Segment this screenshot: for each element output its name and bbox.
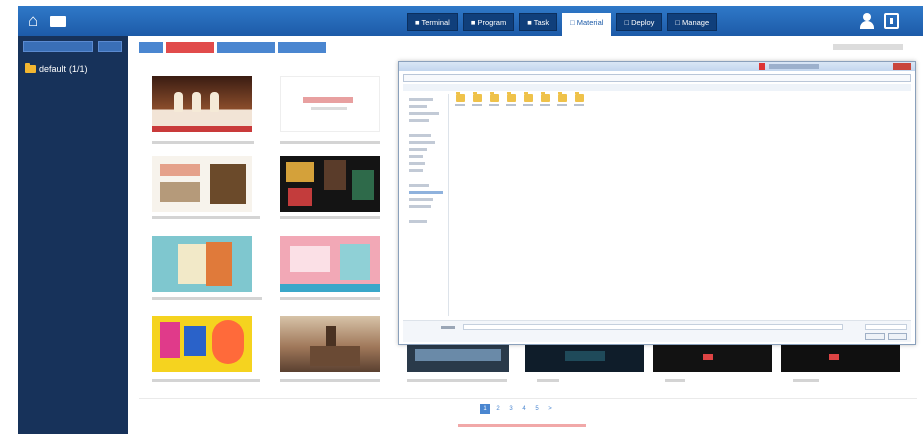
folder-item[interactable] (523, 92, 533, 106)
folder-icon (557, 92, 567, 102)
material-caption (152, 379, 260, 382)
tab-label: Deploy (631, 18, 655, 27)
folder-search-input[interactable] (23, 41, 93, 52)
logo (50, 16, 66, 27)
tab-manage[interactable]: □ Manage (667, 13, 718, 31)
tab-label: Manage (682, 18, 710, 27)
home-icon[interactable]: ⌂ (28, 12, 46, 30)
dialog-address-bar[interactable] (403, 74, 911, 82)
tab-label: Task (533, 18, 550, 27)
folder-item[interactable] (540, 92, 550, 106)
pagination: 1 2 3 4 5 > (480, 404, 555, 414)
material-caption (407, 379, 507, 382)
dialog-footer (403, 320, 911, 342)
page-5[interactable]: 5 (532, 404, 542, 414)
pagination-info (458, 424, 586, 427)
folder-item[interactable] (489, 92, 499, 106)
dialog-title-bar[interactable] (399, 62, 915, 71)
sidebar: default (1/1) (18, 36, 128, 434)
folder-name: default (39, 64, 67, 74)
material-caption (280, 297, 380, 300)
page-2[interactable]: 2 (493, 404, 503, 414)
cancel-button[interactable] (888, 333, 907, 340)
divider (139, 398, 917, 399)
material-caption (152, 216, 260, 219)
next-page-button[interactable]: > (545, 404, 555, 414)
material-thumbnail[interactable] (152, 316, 252, 372)
folder-item[interactable] (455, 92, 465, 106)
storage-usage (833, 44, 903, 50)
tab-label: Material (576, 18, 604, 27)
folder-icon (25, 63, 36, 73)
dialog-folder-tree[interactable] (403, 94, 449, 316)
material-caption (537, 379, 559, 382)
folder-icon (489, 92, 499, 102)
folder-icon (455, 92, 465, 102)
delete-button[interactable] (166, 42, 214, 53)
dialog-file-list (455, 92, 584, 106)
close-icon[interactable] (893, 63, 911, 70)
material-thumbnail[interactable] (407, 343, 509, 372)
file-name-input[interactable] (463, 324, 843, 330)
open-button[interactable] (865, 333, 885, 340)
folder-item-default[interactable]: default (1/1) (25, 63, 88, 74)
folder-add-button[interactable] (98, 41, 122, 52)
upload-button[interactable] (139, 42, 163, 53)
tab-material[interactable]: □ Material (562, 13, 612, 36)
folder-item[interactable] (574, 92, 584, 106)
tab-label: Program (477, 18, 507, 27)
move-button[interactable] (278, 42, 326, 53)
main-nav: ■ Terminal ■ Program ■ Task □ Material □… (407, 13, 718, 36)
tab-task[interactable]: ■ Task (519, 13, 558, 31)
folder-item[interactable] (472, 92, 482, 106)
logout-icon[interactable] (884, 13, 899, 29)
folder-icon (472, 92, 482, 102)
material-icon: □ (570, 18, 577, 27)
folder-icon (540, 92, 550, 102)
folder-count: (1/1) (69, 64, 88, 74)
material-caption (152, 141, 254, 144)
folder-icon (574, 92, 584, 102)
material-thumbnail[interactable] (280, 236, 380, 292)
user-icon[interactable] (860, 13, 874, 29)
material-caption (152, 297, 262, 300)
tab-terminal[interactable]: ■ Terminal (407, 13, 458, 31)
new-folder-button[interactable] (217, 42, 275, 53)
tab-program[interactable]: ■ Program (462, 13, 515, 31)
page-3[interactable]: 3 (506, 404, 516, 414)
material-caption (280, 379, 380, 382)
material-thumbnail[interactable] (152, 76, 252, 132)
folder-item[interactable] (506, 92, 516, 106)
material-thumbnail[interactable] (152, 236, 252, 292)
dialog-menu-bar (403, 84, 911, 91)
page-1[interactable]: 1 (480, 404, 490, 414)
top-bar: ⌂ ■ Terminal ■ Program ■ Task □ Material… (18, 6, 923, 36)
folder-icon (506, 92, 516, 102)
material-thumbnail[interactable] (781, 343, 900, 372)
material-caption (665, 379, 685, 382)
dialog-status-icon (759, 63, 765, 70)
page-4[interactable]: 4 (519, 404, 529, 414)
folder-item[interactable] (557, 92, 567, 106)
material-caption (280, 216, 380, 219)
dialog-toolbar (769, 64, 819, 69)
material-thumbnail[interactable] (152, 156, 252, 212)
material-caption (280, 141, 380, 144)
file-name-label (441, 326, 455, 329)
toolbar (139, 42, 326, 53)
material-thumbnail[interactable] (280, 156, 380, 212)
material-thumbnail[interactable] (653, 343, 772, 372)
folder-icon (523, 92, 533, 102)
material-thumbnail[interactable] (525, 343, 644, 372)
tab-deploy[interactable]: □ Deploy (616, 13, 663, 31)
tab-label: Terminal (421, 18, 450, 27)
material-caption (793, 379, 819, 382)
file-open-dialog[interactable] (398, 61, 916, 345)
material-thumbnail[interactable] (280, 76, 380, 132)
material-thumbnail[interactable] (280, 316, 380, 372)
file-type-select[interactable] (865, 324, 907, 330)
